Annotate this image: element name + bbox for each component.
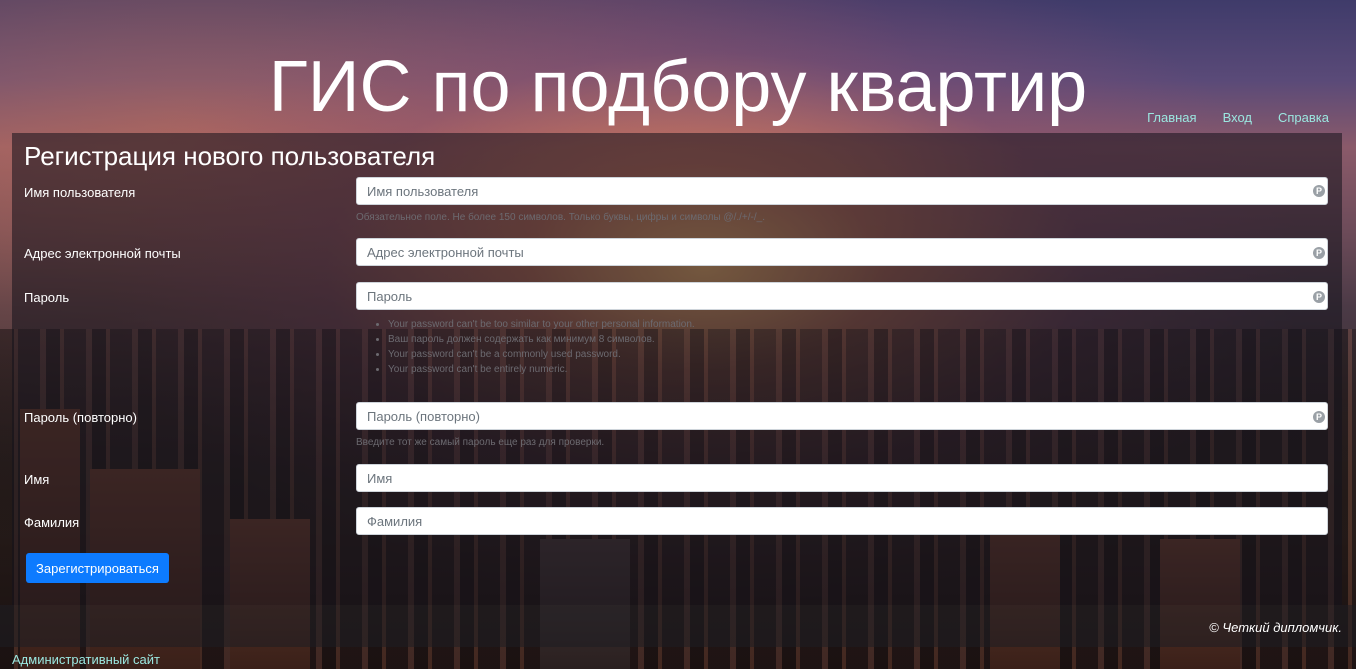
admin-site-link[interactable]: Административный сайт bbox=[12, 652, 160, 667]
footer: © Четкий дипломчик. bbox=[0, 605, 1356, 647]
nav-link-home[interactable]: Главная bbox=[1147, 110, 1196, 125]
password-manager-icon[interactable]: P bbox=[1313, 247, 1325, 259]
email-label: Адрес электронной почты bbox=[24, 246, 181, 261]
email-input[interactable] bbox=[356, 238, 1328, 266]
password-manager-icon[interactable]: P bbox=[1313, 185, 1325, 197]
first-name-input[interactable] bbox=[356, 464, 1328, 492]
username-input[interactable] bbox=[356, 177, 1328, 205]
first-name-label: Имя bbox=[24, 472, 50, 487]
username-help: Обязательное поле. Не более 150 символов… bbox=[356, 212, 765, 223]
password-input[interactable] bbox=[356, 282, 1328, 310]
nav-link-login[interactable]: Вход bbox=[1223, 110, 1252, 125]
password-rule: Ваш пароль должен содержать как минимум … bbox=[388, 332, 695, 347]
password-manager-icon[interactable]: P bbox=[1313, 291, 1325, 303]
password-manager-icon[interactable]: P bbox=[1313, 411, 1325, 423]
password-rule: Your password can't be a commonly used p… bbox=[388, 347, 695, 362]
last-name-label: Фамилия bbox=[24, 515, 80, 530]
password-rule: Your password can't be entirely numeric. bbox=[388, 362, 695, 377]
password-confirm-label: Пароль (повторно) bbox=[24, 410, 137, 425]
register-button[interactable]: Зарегистрироваться bbox=[26, 553, 169, 583]
last-name-input[interactable] bbox=[356, 507, 1328, 535]
form-title: Регистрация нового пользователя bbox=[24, 141, 436, 171]
password-rule: Your password can't be too similar to yo… bbox=[388, 317, 695, 332]
copyright-text: © Четкий дипломчик. bbox=[1209, 620, 1342, 635]
nav-link-help[interactable]: Справка bbox=[1278, 110, 1329, 125]
registration-panel: Регистрация нового пользователя Имя поль… bbox=[12, 133, 1342, 605]
top-nav: Главная Вход Справка bbox=[1147, 110, 1329, 125]
password-confirm-help: Введите тот же самый пароль еще раз для … bbox=[356, 437, 605, 448]
username-label: Имя пользователя bbox=[24, 185, 136, 200]
password-label: Пароль bbox=[24, 290, 70, 305]
password-rules-list: Your password can't be too similar to yo… bbox=[356, 317, 695, 377]
password-confirm-input[interactable] bbox=[356, 402, 1328, 430]
